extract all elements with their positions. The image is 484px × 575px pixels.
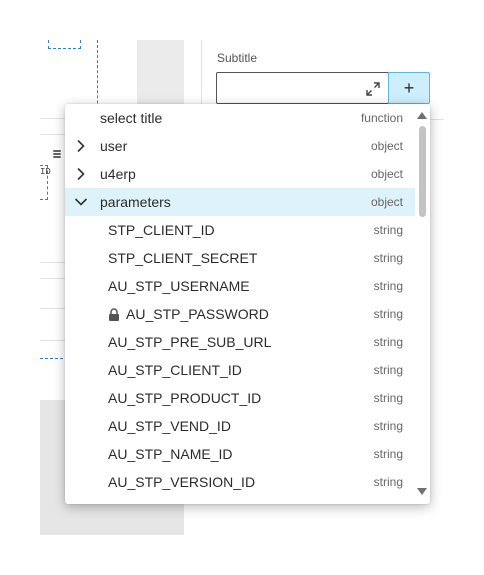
subtitle-label: Subtitle [217,51,258,65]
scroll-up-arrow-icon[interactable] [417,112,427,119]
dropdown-item-type: function [360,111,403,125]
panel-divider [201,40,202,110]
dropdown-item-label: AU_STP_CLIENT_ID [108,362,242,378]
dropdown-item[interactable]: AU_STP_USERNAME string [65,272,415,300]
dropdown-item-label: select title [100,110,163,126]
dropdown-item-type: object [370,139,403,153]
add-button[interactable]: + [388,72,430,104]
dropdown-item[interactable]: AU_STP_VEND_ID string [65,412,415,440]
dropdown-item[interactable]: AU_STP_VERSION_ID string [65,468,415,496]
dropdown-item[interactable]: u4erp object [65,160,415,188]
dropdown-item-label: AU_STP_USERNAME [108,278,250,294]
dropdown-item-type: object [370,195,403,209]
dropdown-item-label: AU_STP_NAME_ID [108,446,233,462]
dropdown-item-label: AU_STP_PRE_SUB_URL [108,334,272,350]
binding-dropdown[interactable]: select title function user object u4erp objec… [65,104,430,504]
dropdown-item-label: AU_STP_VERSION_ID [108,474,256,490]
dropdown-header-row[interactable]: select title function [65,104,415,132]
divider [430,119,444,120]
chevron-right-icon[interactable] [74,139,88,153]
dropdown-item[interactable]: AU_STP_PASSWORD string [65,300,415,328]
dropdown-item-label: STP_CLIENT_SECRET [108,250,258,266]
dropdown-item-label: u4erp [100,166,136,182]
chevron-right-icon[interactable] [74,167,88,181]
dropdown-item[interactable]: user object [65,132,415,160]
scrollbar-thumb[interactable] [419,126,426,217]
dropdown-item-type: string [373,223,403,237]
dropdown-item-label: AU_STP_VEND_ID [108,418,231,434]
dropdown-item[interactable]: STP_CLIENT_SECRET string [65,244,415,272]
dropdown-item[interactable]: STP_CLIENT_ID string [65,216,415,244]
dropdown-item-type: string [373,335,403,349]
dropdown-item-label: AU_STP_PRODUCT_ID [108,390,262,406]
dropdown-item[interactable]: AU_STP_CLIENT_ID string [65,356,415,384]
dropdown-item-type: string [373,447,403,461]
dropdown-item-type: object [370,167,403,181]
dropdown-item-label: STP_CLIENT_ID [108,222,215,238]
scroll-down-arrow-icon[interactable] [417,488,427,495]
dropdown-item-type: string [373,475,403,489]
dropdown-item[interactable]: parameters object [65,188,415,216]
dropdown-item-type: string [373,279,403,293]
component-tag: ID [40,167,51,177]
dropdown-item-type: string [373,251,403,265]
subtitle-input[interactable] [216,72,389,104]
dropdown-item-label: parameters [100,194,171,210]
drag-handle-icon[interactable] [53,150,61,159]
lock-icon [108,308,120,321]
expand-icon[interactable] [366,82,380,96]
chevron-down-icon[interactable] [74,195,88,209]
component-outline [48,40,81,49]
dropdown-item-type: string [373,307,403,321]
dropdown-item[interactable]: AU_STP_NAME_ID string [65,440,415,468]
dropdown-item-type: string [373,391,403,405]
dropdown-item-label: user [100,138,128,154]
dropdown-item[interactable]: AU_STP_PRE_SUB_URL string [65,328,415,356]
dropdown-item[interactable]: AU_STP_PRODUCT_ID string [65,384,415,412]
dropdown-item-type: string [373,363,403,377]
dropdown-item-label: AU_STP_PASSWORD [126,306,269,322]
dropdown-item-type: string [373,419,403,433]
